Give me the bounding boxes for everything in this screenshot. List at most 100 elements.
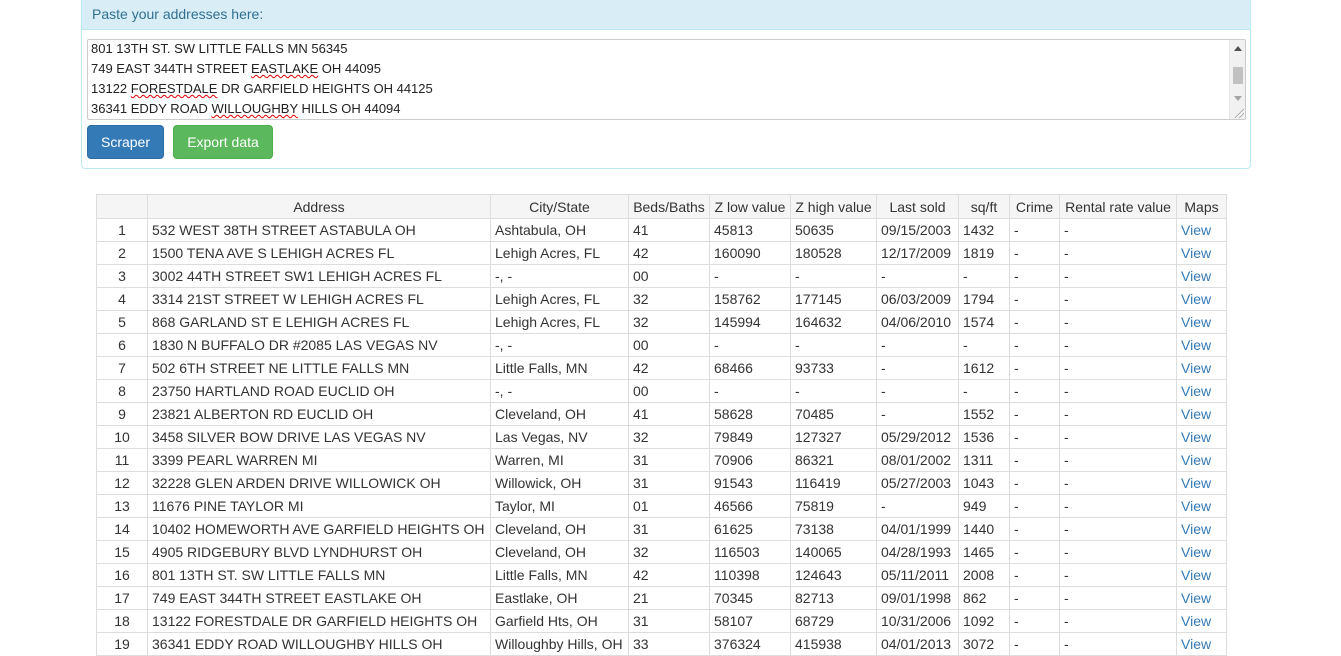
view-map-link[interactable]: View xyxy=(1181,314,1211,330)
row-crime: - xyxy=(1009,402,1060,426)
row-z-low: 116503 xyxy=(709,540,791,564)
column-header-rental-rate: Rental rate value xyxy=(1059,194,1177,219)
view-map-link[interactable]: View xyxy=(1181,590,1211,606)
row-address: 532 WEST 38TH STREET ASTABULA OH xyxy=(147,218,491,242)
export-data-button[interactable]: Export data xyxy=(173,125,273,159)
row-z-low: 376324 xyxy=(709,632,791,656)
table-row: 2 1500 TENA AVE S LEHIGH ACRES FL Lehigh A… xyxy=(96,241,1227,265)
table-header-row: Address City/State Beds/Baths Z low valu… xyxy=(96,194,1227,219)
row-maps-cell: View xyxy=(1176,609,1227,633)
row-crime: - xyxy=(1009,494,1060,518)
row-crime: - xyxy=(1009,632,1060,656)
row-z-low: 145994 xyxy=(709,310,791,334)
row-last-sold: - xyxy=(876,402,959,426)
row-last-sold: 05/27/2003 xyxy=(876,471,959,495)
row-last-sold: - xyxy=(876,379,959,403)
row-z-high: 140065 xyxy=(790,540,877,564)
row-beds-baths: 32 xyxy=(628,287,710,311)
row-z-high: 86321 xyxy=(790,448,877,472)
row-beds-baths: 32 xyxy=(628,540,710,564)
row-city-state: Willoughby Hills, OH xyxy=(490,632,629,656)
row-index: 17 xyxy=(96,586,148,610)
row-z-low: 110398 xyxy=(709,563,791,587)
row-beds-baths: 41 xyxy=(628,218,710,242)
view-map-link[interactable]: View xyxy=(1181,567,1211,583)
row-beds-baths: 31 xyxy=(628,471,710,495)
row-rental-rate: - xyxy=(1059,425,1177,449)
view-map-link[interactable]: View xyxy=(1181,222,1211,238)
view-map-link[interactable]: View xyxy=(1181,475,1211,491)
scrollbar-thumb[interactable] xyxy=(1233,67,1243,84)
row-z-low: 61625 xyxy=(709,517,791,541)
scroll-up-arrow-icon[interactable] xyxy=(1234,46,1242,51)
view-map-link[interactable]: View xyxy=(1181,544,1211,560)
row-address: 32228 GLEN ARDEN DRIVE WILLOWICK OH xyxy=(147,471,491,495)
view-map-link[interactable]: View xyxy=(1181,291,1211,307)
row-city-state: -, - xyxy=(490,333,629,357)
row-sqft: 1552 xyxy=(958,402,1010,426)
row-beds-baths: 31 xyxy=(628,448,710,472)
scraper-button[interactable]: Scraper xyxy=(87,125,164,159)
textarea-scrollbar[interactable] xyxy=(1229,40,1245,119)
column-header-z-high: Z high value xyxy=(790,194,877,219)
row-beds-baths: 41 xyxy=(628,402,710,426)
view-map-link[interactable]: View xyxy=(1181,429,1211,445)
results-table: Address City/State Beds/Baths Z low valu… xyxy=(96,194,1227,656)
row-maps-cell: View xyxy=(1176,287,1227,311)
row-beds-baths: 42 xyxy=(628,241,710,265)
row-address: 10402 HOMEWORTH AVE GARFIELD HEIGHTS OH xyxy=(147,517,491,541)
row-index: 15 xyxy=(96,540,148,564)
view-map-link[interactable]: View xyxy=(1181,498,1211,514)
column-header-last-sold: Last sold xyxy=(876,194,959,219)
scroll-down-arrow-icon[interactable] xyxy=(1234,96,1242,101)
row-beds-baths: 00 xyxy=(628,264,710,288)
view-map-link[interactable]: View xyxy=(1181,360,1211,376)
row-index: 11 xyxy=(96,448,148,472)
row-sqft: 1043 xyxy=(958,471,1010,495)
view-map-link[interactable]: View xyxy=(1181,452,1211,468)
address-lines[interactable]: 801 13TH ST. SW LITTLE FALLS MN 56345 74… xyxy=(91,40,1226,119)
view-map-link[interactable]: View xyxy=(1181,613,1211,629)
row-crime: - xyxy=(1009,333,1060,357)
row-crime: - xyxy=(1009,218,1060,242)
view-map-link[interactable]: View xyxy=(1181,406,1211,422)
row-address: 23821 ALBERTON RD EUCLID OH xyxy=(147,402,491,426)
row-address: 749 EAST 344TH STREET EASTLAKE OH xyxy=(147,586,491,610)
row-maps-cell: View xyxy=(1176,333,1227,357)
row-last-sold: 04/01/1999 xyxy=(876,517,959,541)
row-city-state: Lehigh Acres, FL xyxy=(490,310,629,334)
row-rental-rate: - xyxy=(1059,356,1177,380)
row-city-state: Garfield Hts, OH xyxy=(490,609,629,633)
row-z-high: 164632 xyxy=(790,310,877,334)
view-map-link[interactable]: View xyxy=(1181,521,1211,537)
row-index: 3 xyxy=(96,264,148,288)
resize-grip-icon[interactable] xyxy=(1235,109,1244,118)
address-line: 801 13TH ST. SW LITTLE FALLS MN 56345 xyxy=(91,41,348,56)
row-sqft: 1794 xyxy=(958,287,1010,311)
row-crime: - xyxy=(1009,264,1060,288)
column-header-sqft: sq/ft xyxy=(958,194,1010,219)
address-textarea[interactable]: 801 13TH ST. SW LITTLE FALLS MN 56345 74… xyxy=(87,39,1246,120)
view-map-link[interactable]: View xyxy=(1181,636,1211,652)
row-city-state: Cleveland, OH xyxy=(490,517,629,541)
row-address: 502 6TH STREET NE LITTLE FALLS MN xyxy=(147,356,491,380)
row-last-sold: - xyxy=(876,333,959,357)
row-sqft: 1311 xyxy=(958,448,1010,472)
column-header-z-low: Z low value xyxy=(709,194,791,219)
view-map-link[interactable]: View xyxy=(1181,383,1211,399)
view-map-link[interactable]: View xyxy=(1181,268,1211,284)
row-city-state: Warren, MI xyxy=(490,448,629,472)
row-index: 12 xyxy=(96,471,148,495)
row-city-state: Las Vegas, NV xyxy=(490,425,629,449)
address-panel: Paste your addresses here: 801 13TH ST. … xyxy=(81,0,1251,169)
row-crime: - xyxy=(1009,609,1060,633)
row-maps-cell: View xyxy=(1176,586,1227,610)
row-crime: - xyxy=(1009,287,1060,311)
row-beds-baths: 01 xyxy=(628,494,710,518)
row-last-sold: 09/01/1998 xyxy=(876,586,959,610)
row-z-high: 124643 xyxy=(790,563,877,587)
row-rental-rate: - xyxy=(1059,448,1177,472)
view-map-link[interactable]: View xyxy=(1181,337,1211,353)
view-map-link[interactable]: View xyxy=(1181,245,1211,261)
row-last-sold: 09/15/2003 xyxy=(876,218,959,242)
